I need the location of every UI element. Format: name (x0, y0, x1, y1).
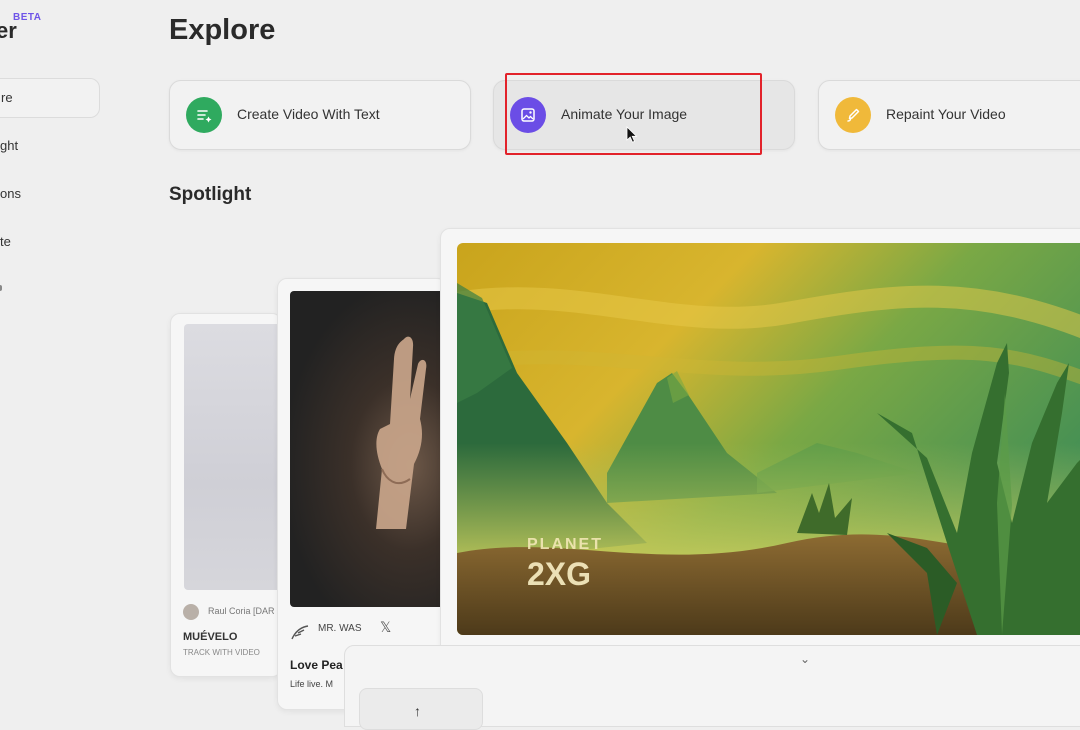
spotlight-heading: Spotlight (169, 184, 252, 205)
chevron-down-icon[interactable]: ⌄ (800, 652, 810, 666)
featured-artwork: PLANET 2XG (457, 243, 1080, 635)
action-label: Create Video With Text (237, 106, 380, 122)
video-thumbnail (290, 291, 446, 607)
sidebar-item-label: ght (0, 138, 19, 153)
video-thumbnail (184, 324, 281, 590)
card-subtitle: TRACK WITH VIDEO (183, 648, 260, 657)
page-title: Explore (169, 14, 276, 46)
brush-icon (835, 97, 871, 133)
repaint-your-video-button[interactable]: Repaint Your Video (818, 80, 1080, 150)
artwork-caption-line2: 2XG (527, 556, 592, 592)
upload-icon: ↑ (414, 703, 421, 719)
avatar (183, 604, 199, 620)
card-subtitle: Life live. M (290, 679, 334, 689)
text-to-video-icon (186, 97, 222, 133)
artist-logo-icon (291, 625, 309, 640)
upload-button[interactable]: ↑ (359, 688, 483, 730)
sidebar-item-collections[interactable]: ons (0, 186, 21, 201)
author-name: Raul Coria [DAR (208, 606, 275, 616)
spotlight-card-planet-2xg[interactable]: PLANET 2XG (440, 228, 1080, 660)
card-title: Love Pea (290, 658, 343, 672)
sidebar-item-more[interactable] (0, 285, 2, 291)
sidebar-item-create[interactable]: te (0, 234, 11, 249)
card-title: MUÉVELO (183, 631, 238, 643)
sidebar-item-label: ons (0, 186, 21, 201)
sidebar-item-spotlight[interactable]: ght (0, 138, 18, 153)
sidebar-item-label: te (0, 234, 11, 249)
mouse-cursor-icon (626, 126, 638, 143)
action-label: Repaint Your Video (886, 106, 1006, 122)
spotlight-card-muevelo[interactable]: Raul Coria [DAR MUÉVELO TRACK WITH VIDEO (170, 313, 282, 677)
artwork-caption-line1: PLANET (527, 536, 603, 553)
artist-name: MR. WAS (318, 623, 362, 634)
sidebar-item-explore[interactable]: re (0, 78, 100, 118)
create-video-with-text-button[interactable]: Create Video With Text (169, 80, 471, 150)
x-social-icon[interactable]: 𝕏 (380, 619, 391, 636)
sidebar-item-label: re (1, 90, 13, 105)
beta-badge: BETA (13, 12, 42, 23)
